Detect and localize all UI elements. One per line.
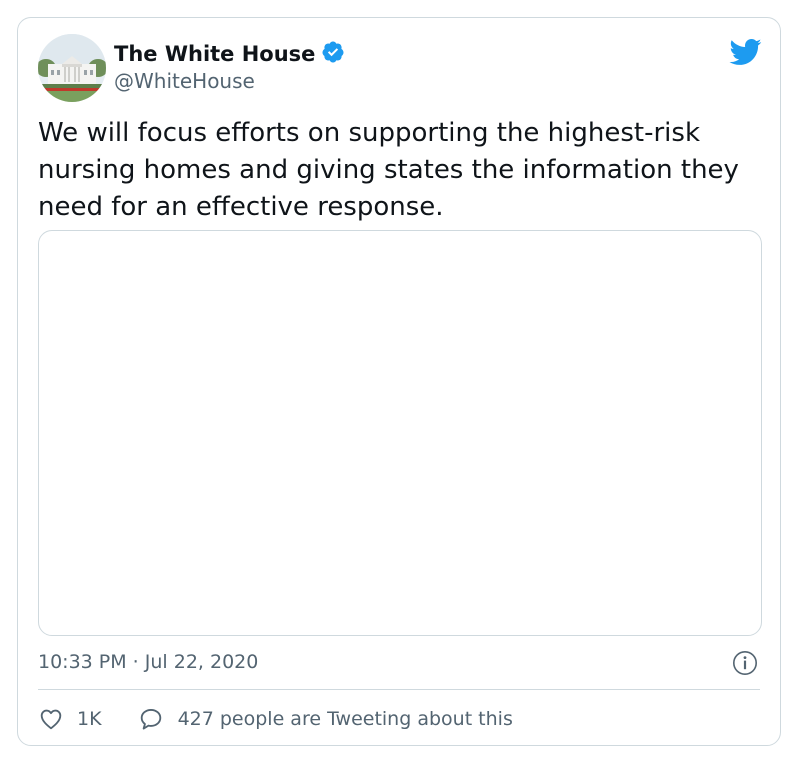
info-icon[interactable] (732, 650, 758, 676)
like-button[interactable]: 1K (38, 706, 102, 732)
action-bar: 1K 427 people are Tweeting about this (38, 706, 513, 732)
tweeting-about-text: 427 people are Tweeting about this (177, 708, 513, 730)
display-name[interactable]: The White House (114, 40, 345, 67)
tweet-card[interactable]: The White House @WhiteHouse We will focu… (17, 17, 781, 746)
speech-bubble-icon (140, 708, 161, 730)
user-handle[interactable]: @WhiteHouse (114, 69, 255, 93)
like-count: 1K (77, 708, 102, 730)
tweet-text: We will focus efforts on supporting the … (38, 118, 739, 222)
white-house-image (38, 34, 106, 102)
display-name-text[interactable]: The White House (114, 42, 315, 66)
verified-badge-icon (322, 41, 344, 63)
twitter-bird-icon[interactable] (728, 38, 762, 66)
avatar[interactable] (38, 34, 106, 102)
heart-icon (40, 709, 62, 730)
timestamp[interactable]: 10:33 PM · Jul 22, 2020 (38, 650, 258, 674)
divider (38, 689, 760, 690)
reply-button[interactable]: 427 people are Tweeting about this (138, 706, 513, 732)
media-placeholder[interactable] (38, 230, 762, 636)
